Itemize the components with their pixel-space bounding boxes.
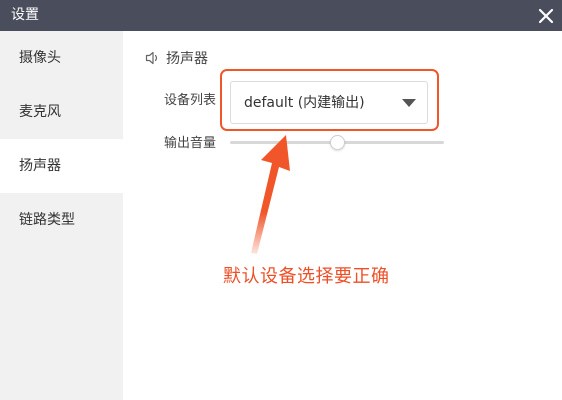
section-header: 扬声器 [145,48,208,68]
title-bar: 设置 [0,0,562,31]
sidebar-item-camera[interactable]: 摄像头 [0,31,123,85]
annotation-text: 默认设备选择要正确 [223,266,390,287]
highlight-box [220,69,439,131]
settings-panel: 扬声器 设备列表 default (内建输出) 输出音量 默认设备选择要正确 [123,31,562,400]
pointer-arrow-icon [251,135,290,254]
window-title: 设置 [11,7,39,23]
sidebar-item-link-type[interactable]: 链路类型 [0,193,123,247]
volume-label: 输出音量 [164,136,217,151]
sidebar-item-label: 摄像头 [19,50,61,66]
device-list-label: 设备列表 [164,93,217,108]
sidebar: 摄像头 麦克风 扬声器 链路类型 [0,31,123,400]
volume-slider-thumb[interactable] [329,135,345,150]
sidebar-item-speaker[interactable]: 扬声器 [0,139,123,193]
sidebar-item-label: 麦克风 [19,104,61,120]
section-title: 扬声器 [166,51,208,67]
sidebar-item-label: 扬声器 [19,158,61,174]
sidebar-item-label: 链路类型 [19,212,75,228]
sidebar-item-microphone[interactable]: 麦克风 [0,85,123,139]
close-icon[interactable] [536,6,556,26]
speaker-icon [145,51,158,65]
